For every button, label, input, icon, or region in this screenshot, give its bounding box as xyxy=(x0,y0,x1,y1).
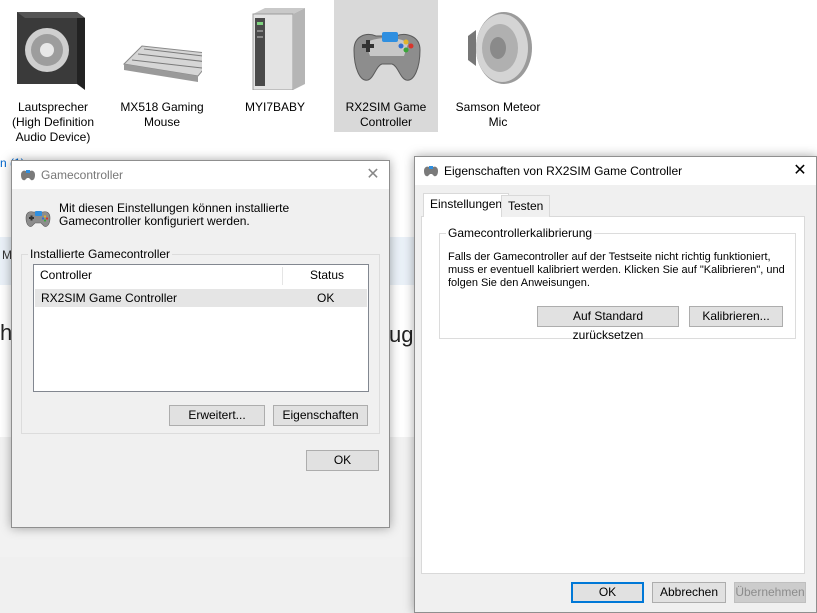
device-computer[interactable]: MYI7BABY xyxy=(223,0,327,132)
title-bar[interactable]: Gamecontroller ✕ xyxy=(12,161,389,189)
device-label: RX2SIM Game Controller xyxy=(345,100,427,129)
group-title: Gamecontrollerkalibrierung xyxy=(446,226,595,240)
tab-panel-settings: Gamecontrollerkalibrierung Falls der Gam… xyxy=(421,216,805,574)
controller-name: RX2SIM Game Controller xyxy=(41,291,178,305)
gamepad-icon xyxy=(424,166,438,177)
ok-button[interactable]: OK xyxy=(306,450,379,471)
apply-button[interactable]: Übernehmen xyxy=(734,582,806,603)
device-label: Lautsprecher (High Definition Audio Device… xyxy=(11,100,95,144)
calibrate-button[interactable]: Kalibrieren... xyxy=(689,306,783,327)
dialog-title: Gamecontroller xyxy=(41,168,124,182)
tab-test[interactable]: Testen xyxy=(501,195,551,217)
reset-defaults-button[interactable]: Auf Standard zurücksetzen xyxy=(537,306,679,342)
device-label: MYI7BABY xyxy=(244,100,306,114)
ok-button[interactable]: OK xyxy=(571,582,644,603)
device-microphone[interactable]: Samson Meteor Mic xyxy=(446,0,550,132)
device-game-controller[interactable]: RX2SIM Game Controller xyxy=(334,0,438,132)
speaker-box-icon xyxy=(17,12,85,90)
gamepad-icon xyxy=(21,170,35,181)
close-icon[interactable]: ✕ xyxy=(784,157,816,185)
close-icon[interactable]: ✕ xyxy=(357,161,389,189)
table-row[interactable]: RX2SIM Game Controller OK xyxy=(35,289,367,307)
controller-list[interactable]: Controller Status RX2SIM Game Controller… xyxy=(33,264,369,392)
column-header-status[interactable]: Status xyxy=(310,265,344,286)
device-label: Samson Meteor Mic xyxy=(455,100,541,129)
cancel-button[interactable]: Abbrechen xyxy=(652,582,726,603)
calibration-group: Gamecontrollerkalibrierung Falls der Gam… xyxy=(439,226,796,342)
gamecontroller-dialog: Gamecontroller ✕ Mit diesen Einstellunge… xyxy=(11,160,390,528)
calibration-description: Falls der Gamecontroller auf der Testsei… xyxy=(448,251,785,289)
controller-status: OK xyxy=(317,291,335,305)
device-label: MX518 Gaming Mouse xyxy=(120,100,204,129)
gamepad-icon xyxy=(353,32,421,81)
device-speakers[interactable]: Lautsprecher (High Definition Audio Device… xyxy=(1,0,105,144)
loudspeaker-icon xyxy=(468,12,532,84)
properties-dialog: Eigenschaften von RX2SIM Game Controller… xyxy=(414,156,817,613)
gamepad-icon xyxy=(25,211,51,227)
dialog-description: Mit diesen Einstellungen können installi… xyxy=(59,201,290,228)
properties-button[interactable]: Eigenschaften xyxy=(273,405,368,426)
advanced-button[interactable]: Erweitert... xyxy=(169,405,265,426)
keyboard-icon xyxy=(122,45,202,82)
device-mouse[interactable]: MX518 Gaming Mouse xyxy=(110,0,214,132)
column-header-controller[interactable]: Controller xyxy=(40,265,92,286)
group-title: Installierte Gamecontroller xyxy=(28,247,173,261)
computer-tower-icon xyxy=(252,8,305,90)
tab-settings[interactable]: Einstellungen xyxy=(423,193,510,217)
dialog-title: Eigenschaften von RX2SIM Game Controller xyxy=(444,164,683,178)
title-bar[interactable]: Eigenschaften von RX2SIM Game Controller… xyxy=(415,157,816,185)
column-separator[interactable] xyxy=(282,267,283,285)
